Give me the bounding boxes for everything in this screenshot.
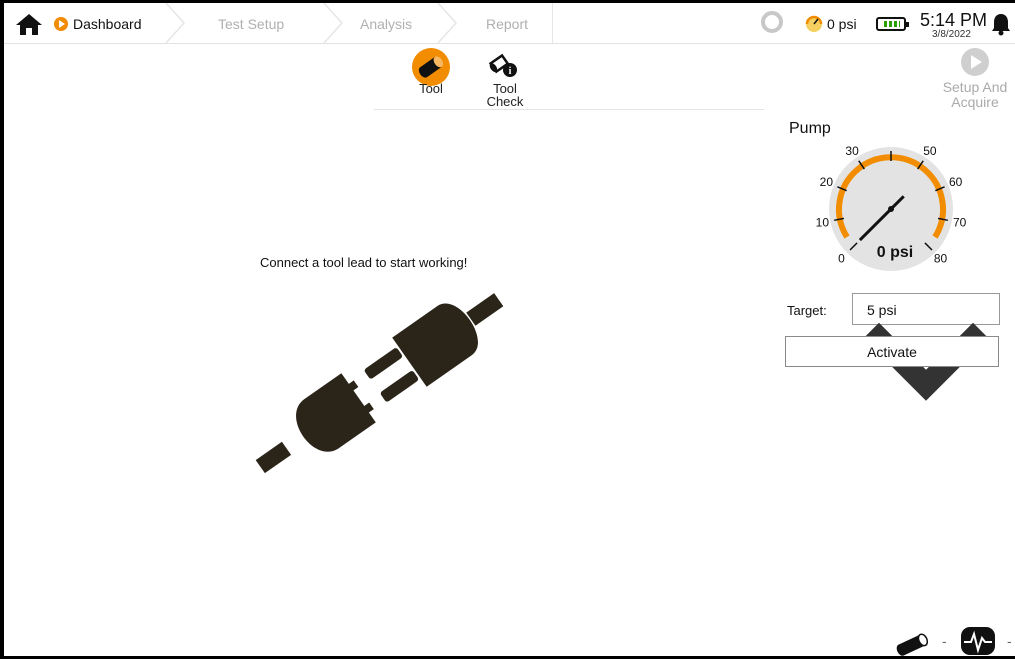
gauge-tick-label: 30 (845, 144, 859, 158)
home-icon[interactable] (14, 12, 44, 36)
top-bar: Dashboard Test Setup Analysis Report 0 p… (4, 3, 1015, 44)
loading-spinner-icon (761, 11, 783, 33)
pump-title: Pump (789, 120, 831, 137)
target-label: Target: (787, 303, 827, 318)
separator-dash: - (1007, 633, 1012, 649)
breadcrumb-test-setup[interactable]: Test Setup (218, 16, 284, 32)
gauge-tick-label: 70 (953, 216, 967, 230)
tab-tool-check-line2: Check (486, 94, 524, 109)
battery-icon (876, 17, 909, 31)
gauge-tick-label: 80 (934, 251, 948, 265)
gauge-tick-label: 50 (923, 144, 937, 158)
gauge-tick-label: 40 (884, 143, 898, 146)
svg-text:i: i (509, 66, 512, 77)
tool-cylinder-icon[interactable] (892, 633, 932, 656)
bell-icon[interactable] (990, 12, 1012, 36)
gauge-hub (888, 206, 894, 212)
clock-date: 3/8/2022 (932, 29, 971, 40)
setup-acquire-line2: Acquire (951, 94, 999, 110)
plug-disconnected-icon (255, 293, 504, 474)
divider (552, 3, 553, 43)
separator-dash: - (942, 633, 947, 649)
pressure-readout: 0 psi (827, 16, 857, 32)
breadcrumb-analysis[interactable]: Analysis (360, 16, 412, 32)
target-select[interactable]: 5 psi (852, 293, 1000, 401)
gauge-tick-label: 10 (816, 216, 830, 230)
gauge-tick-label: 60 (949, 175, 963, 189)
chevron-divider (323, 3, 344, 43)
gauge-value-label: 0 psi (877, 244, 913, 261)
chevron-divider (437, 3, 458, 43)
target-select-value: 5 psi (867, 302, 897, 318)
tab-divider (374, 109, 764, 110)
pump-pressure-gauge: 0 10 20 30 40 50 60 70 80 0 psi (816, 143, 967, 271)
breadcrumb-report[interactable]: Report (486, 16, 528, 32)
play-icon (961, 48, 989, 76)
activate-button[interactable]: Activate (785, 336, 999, 367)
play-icon (54, 17, 68, 31)
pressure-gauge-icon (805, 15, 823, 32)
setup-acquire-line1: Setup And (942, 79, 1008, 95)
gauge-tick-label: 20 (820, 175, 834, 189)
breadcrumb-dashboard[interactable]: Dashboard (73, 16, 142, 32)
app-frame: Dashboard Test Setup Analysis Report 0 p… (4, 3, 1015, 656)
setup-and-acquire-button[interactable]: Setup And Acquire (936, 48, 1014, 110)
tab-tool-check-label[interactable]: Tool Check (482, 82, 528, 108)
clock-time: 5:14 PM (920, 10, 988, 30)
gauge-tick-label: 0 (838, 251, 845, 265)
waveform-icon[interactable] (959, 626, 999, 656)
chevron-divider (165, 3, 186, 43)
tool-check-icon[interactable]: i (486, 50, 520, 80)
tab-tool-label[interactable]: Tool (408, 82, 454, 95)
